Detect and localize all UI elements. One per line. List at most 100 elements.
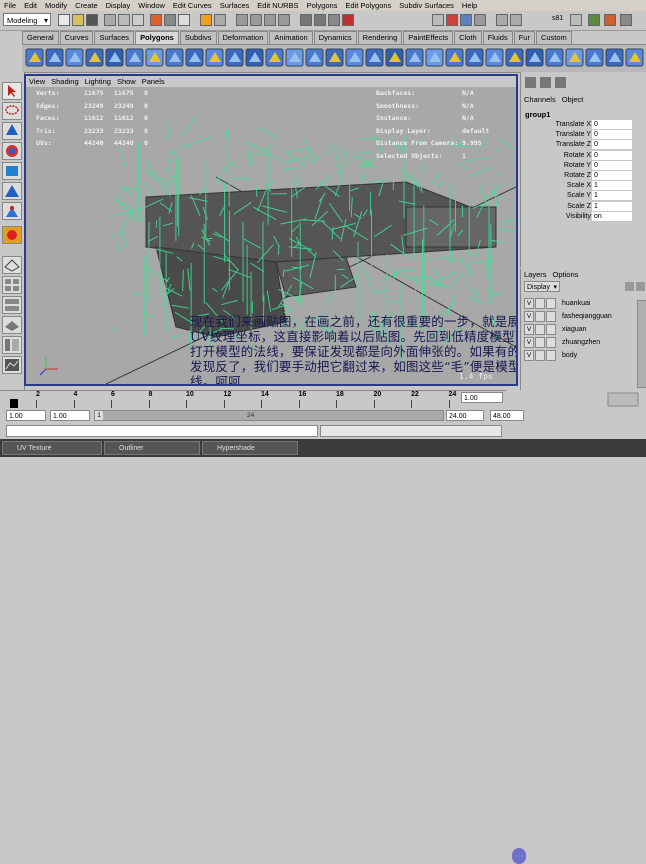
shelf-tab-general[interactable]: General [22,31,59,44]
poly-sphere-icon[interactable] [26,49,43,66]
mirror-icon[interactable] [366,49,383,66]
open-scene-icon[interactable] [72,14,84,26]
layout-icon[interactable] [432,14,444,26]
new-layer-selected-icon[interactable] [636,282,645,291]
menu-edit-polygons[interactable]: Edit Polygons [341,0,395,11]
poly-helix-icon[interactable] [186,49,203,66]
channelbox-tab-channels[interactable]: Channels [521,95,559,104]
poly-soccer-icon[interactable] [206,49,223,66]
channel-label[interactable]: Translate Z [556,140,591,150]
rotate-tool-icon[interactable] [2,142,22,160]
quadrangulate-icon[interactable] [466,49,483,66]
combine-icon[interactable] [246,49,263,66]
poly-cylinder-icon[interactable] [66,49,83,66]
toggle-panel-icon[interactable] [496,14,508,26]
layer-display-select[interactable]: Display▾ [524,281,560,292]
last-tool-icon[interactable] [2,226,22,244]
layer-display-toggle[interactable] [535,337,545,348]
layer-row[interactable]: Vxiaguan [524,324,636,335]
shelf-tab-custom[interactable]: Custom [536,31,572,44]
layout-graph-icon[interactable] [2,356,22,374]
layout-two-icon[interactable] [2,296,22,314]
channel-label[interactable]: Translate X [555,120,591,130]
select-curves-icon[interactable] [178,14,190,26]
task-hypershade[interactable]: Hypershade [202,441,298,455]
toggle-panel2-icon[interactable] [510,14,522,26]
average-icon[interactable] [346,49,363,66]
poly-cube-icon[interactable] [46,49,63,66]
channel-label[interactable]: Rotate Z [564,171,591,181]
lock-selection-icon[interactable] [200,14,212,26]
start-time-field[interactable]: 1.00 [6,410,46,421]
menu-edit[interactable]: Edit [20,0,41,11]
channel-label[interactable]: Scale Y [567,191,591,201]
channel-value-field[interactable]: 0 [592,171,632,180]
layout-outliner-icon[interactable] [2,336,22,354]
layer-row[interactable]: Vzhuangzhen [524,337,636,348]
shelf-tab-surfaces[interactable]: Surfaces [94,31,134,44]
playback-start-field[interactable]: 1.00 [50,410,90,421]
boolean-icon[interactable] [306,49,323,66]
channelbox-layout-icon[interactable] [525,77,536,88]
options-tab[interactable]: Options [553,270,579,279]
mel-input[interactable] [6,425,318,437]
menu-edit-curves[interactable]: Edit Curves [169,0,216,11]
cleanup-icon[interactable] [426,49,443,66]
task-outliner[interactable]: Outliner [104,441,200,455]
menu-create[interactable]: Create [71,0,102,11]
ipr-icon[interactable] [328,14,340,26]
snap-plane-icon[interactable] [278,14,290,26]
layer-row[interactable]: Vhuankuai [524,298,636,309]
outliner-icon[interactable] [588,14,600,26]
bridge-icon[interactable] [546,49,563,66]
layer-visibility-toggle[interactable]: V [524,337,534,348]
layer-visibility-toggle[interactable]: V [524,350,534,361]
snap-point-icon[interactable] [264,14,276,26]
menu-help[interactable]: Help [458,0,481,11]
save-scene-icon[interactable] [86,14,98,26]
task-uv-texture[interactable]: UV Texture [2,441,102,455]
tool-settings-icon[interactable] [460,14,472,26]
shelf-tab-cloth[interactable]: Cloth [454,31,482,44]
channel-value-field[interactable]: 0 [592,140,632,149]
viewport-menu-shading[interactable]: Shading [48,76,82,87]
split-icon[interactable] [586,49,603,66]
poly-pipe-icon[interactable] [166,49,183,66]
layer-color-swatch[interactable] [546,298,556,309]
channelbox-layers-icon[interactable] [540,77,551,88]
layer-row[interactable]: Vbody [524,350,636,361]
new-layer-icon[interactable] [625,282,634,291]
layer-display-toggle[interactable] [535,324,545,335]
new-scene-icon[interactable] [58,14,70,26]
shelf-tab-dynamics[interactable]: Dynamics [314,31,357,44]
extrude-face-icon[interactable] [486,49,503,66]
snap-curve-icon[interactable] [250,14,262,26]
render-icon[interactable] [314,14,326,26]
channel-value-field[interactable]: 1 [592,202,632,211]
shelf-tab-rendering[interactable]: Rendering [358,31,403,44]
fill-hole-icon[interactable] [386,49,403,66]
layer-visibility-toggle[interactable]: V [524,324,534,335]
shelf-tab-fluids[interactable]: Fluids [483,31,513,44]
menu-modify[interactable]: Modify [41,0,71,11]
viewport-menu-panels[interactable]: Panels [139,76,168,87]
command-icon[interactable] [570,14,582,26]
poly-torus-icon[interactable] [126,49,143,66]
separate-icon[interactable] [266,49,283,66]
channel-value-field[interactable]: 1 [592,181,632,190]
extrude-vertex-icon[interactable] [526,49,543,66]
current-frame-field[interactable]: 1.00 [461,392,503,403]
channel-label[interactable]: Rotate Y [564,161,591,171]
channel-label[interactable]: Rotate X [564,151,591,161]
channelbox-tab-object[interactable]: Object [559,95,587,104]
extrude-edge-icon[interactable] [506,49,523,66]
viewport-menu-lighting[interactable]: Lighting [82,76,114,87]
shelf-tab-polygons[interactable]: Polygons [135,31,179,44]
reduce-icon[interactable] [406,49,423,66]
scale-tool-icon[interactable] [2,162,22,180]
select-tool-icon[interactable] [2,82,22,100]
layer-color-swatch[interactable] [546,337,556,348]
layer-visibility-toggle[interactable]: V [524,311,534,322]
poly-cone-icon[interactable] [86,49,103,66]
layer-color-swatch[interactable] [546,350,556,361]
